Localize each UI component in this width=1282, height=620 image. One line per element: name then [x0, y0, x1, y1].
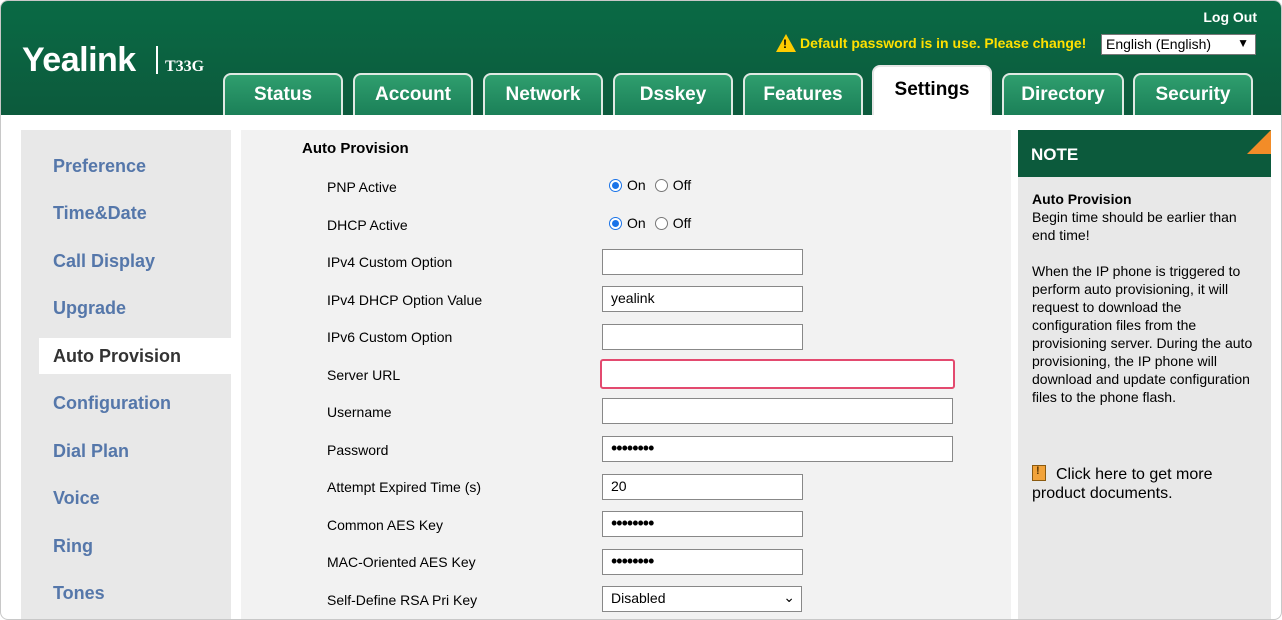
sidebar-item-configuration[interactable]: Configuration — [53, 393, 171, 414]
pnp-active-off-radio[interactable] — [654, 178, 668, 192]
sidebar-item-upgrade[interactable]: Upgrade — [53, 298, 126, 319]
header: Yealink T33G Log Out ! Default password … — [1, 1, 1281, 115]
note-body: Auto Provision Begin time should be earl… — [1032, 190, 1258, 406]
ipv4-dhcp-option-value-input[interactable]: yealink — [602, 286, 803, 312]
self-define-rsa-pri-key-label: Self-Define RSA Pri Key — [327, 592, 478, 608]
tab-account[interactable]: Account — [353, 73, 473, 115]
server-url-label: Server URL — [327, 367, 401, 383]
ipv6-custom-option-input[interactable] — [602, 324, 803, 350]
pnp-active-on-label: On — [627, 177, 646, 193]
pnp-active-off-label: Off — [672, 177, 692, 193]
mac-oriented-aes-key-label: MAC-Oriented AES Key — [327, 554, 476, 570]
sidebar-item-tones[interactable]: Tones — [53, 583, 105, 604]
tab-settings[interactable]: Settings — [872, 65, 992, 115]
browser-frame: Yealink T33G Log Out ! Default password … — [0, 0, 1282, 620]
document-icon — [1032, 465, 1046, 481]
dhcp-active-off-radio[interactable] — [654, 216, 668, 230]
password-label: Password — [327, 442, 389, 458]
section-title: Auto Provision — [302, 140, 409, 157]
note-title: NOTE — [1031, 145, 1079, 164]
tab-features[interactable]: Features — [743, 73, 863, 115]
server-url-input[interactable] — [600, 359, 955, 389]
logout-link[interactable]: Log Out — [1203, 9, 1257, 25]
dhcp-active-off-label: Off — [672, 215, 692, 231]
note-line-2: When the IP phone is triggered to perfor… — [1032, 263, 1253, 405]
password-input[interactable]: •••••••• — [602, 436, 953, 462]
note-heading: Auto Provision — [1032, 191, 1132, 207]
tab-directory[interactable]: Directory — [1002, 73, 1124, 115]
auto-provision-form: Auto Provision PNP Active On Off DHCP Ac… — [241, 130, 1011, 619]
product-documents-text: Click here to get more product documents… — [1032, 466, 1213, 502]
pnp-active-label: PNP Active — [327, 179, 397, 195]
sidebar-item-voice[interactable]: Voice — [53, 488, 100, 509]
corner-fold-icon — [1247, 130, 1271, 154]
chevron-down-icon: ⌄ — [783, 589, 795, 605]
default-password-warning: ! Default password is in use. Please cha… — [776, 34, 1086, 52]
sidebar-item-ring[interactable]: Ring — [53, 536, 93, 557]
attempt-expired-time-input[interactable]: 20 — [602, 474, 803, 500]
mac-oriented-aes-key-input[interactable]: •••••••• — [602, 549, 803, 575]
ipv4-custom-option-label: IPv4 Custom Option — [327, 254, 453, 270]
sidebar-item-call-display[interactable]: Call Display — [53, 251, 155, 272]
model-label: T33G — [165, 58, 205, 75]
tab-security[interactable]: Security — [1133, 73, 1253, 115]
self-define-rsa-pri-key-value: Disabled — [611, 590, 666, 606]
common-aes-key-input[interactable]: •••••••• — [602, 511, 803, 537]
product-documents-link[interactable]: Click here to get more product documents… — [1032, 465, 1258, 503]
ipv6-custom-option-label: IPv6 Custom Option — [327, 329, 453, 345]
attempt-expired-time-label: Attempt Expired Time (s) — [327, 479, 482, 495]
tab-dsskey[interactable]: Dsskey — [613, 73, 733, 115]
logo-separator — [156, 46, 158, 74]
tab-network[interactable]: Network — [483, 73, 603, 115]
sidebar-item-time-date[interactable]: Time&Date — [53, 203, 147, 224]
ipv4-dhcp-option-value-label: IPv4 DHCP Option Value — [327, 292, 483, 308]
common-aes-key-label: Common AES Key — [327, 517, 443, 533]
language-value: English (English) — [1106, 36, 1212, 52]
sidebar-item-auto-provision[interactable]: Auto Provision — [53, 346, 181, 367]
pnp-active-radio-group: On Off — [609, 177, 691, 193]
chevron-down-icon: ▼ — [1237, 36, 1249, 50]
pnp-active-on-radio[interactable] — [609, 178, 622, 192]
note-line-1: Begin time should be earlier than end ti… — [1032, 209, 1237, 243]
note-panel: NOTE Auto Provision Begin time should be… — [1018, 130, 1271, 619]
warning-icon: ! — [776, 34, 796, 52]
dhcp-active-radio-group: On Off — [609, 215, 691, 231]
username-label: Username — [327, 404, 392, 420]
dhcp-active-label: DHCP Active — [327, 217, 408, 233]
sidebar: Preference Time&Date Call Display Upgrad… — [21, 130, 261, 619]
username-input[interactable] — [602, 398, 953, 424]
note-header: NOTE — [1018, 130, 1271, 177]
sidebar-item-preference[interactable]: Preference — [53, 156, 146, 177]
warning-text: Default password is in use. Please chang… — [800, 35, 1087, 51]
dhcp-active-on-radio[interactable] — [609, 216, 622, 230]
dhcp-active-on-label: On — [627, 215, 646, 231]
yealink-logo: Yealink — [22, 41, 136, 79]
tab-status[interactable]: Status — [223, 73, 343, 115]
sidebar-item-dial-plan[interactable]: Dial Plan — [53, 441, 129, 462]
self-define-rsa-pri-key-select[interactable]: Disabled ⌄ — [602, 586, 802, 612]
language-select[interactable]: English (English) ▼ — [1101, 34, 1256, 55]
ipv4-custom-option-input[interactable] — [602, 249, 803, 275]
